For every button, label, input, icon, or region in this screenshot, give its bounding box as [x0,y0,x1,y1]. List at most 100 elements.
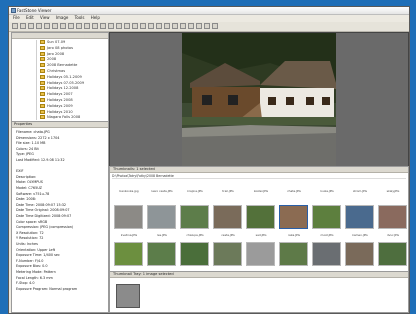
property-line: Date Time Digitized: 2008:09:07 [16,214,72,218]
property-line: File size: 1.10 MB [16,141,46,146]
toolbar-button[interactable] [188,23,194,29]
thumbnail-image[interactable] [213,242,242,266]
tree-folder-label: Holidays 2009 [47,103,73,108]
tree-folder[interactable]: Jaro 2008 [40,51,65,57]
folder-icon [40,63,45,68]
toolbar-button[interactable] [164,23,170,29]
tree-folder[interactable]: Holidays 2010 [40,109,73,115]
menu-edit[interactable]: Edit [26,15,34,20]
thumbnail-image[interactable] [279,205,308,229]
tree-folder-label: Jaro 2008 [47,51,65,56]
thumbnail-image[interactable] [378,205,407,229]
toolbar-button[interactable] [52,23,58,29]
tree-folder-label: Holidays 07.05.2009 [47,80,85,85]
folder-icon [40,98,45,102]
thumbnail-image[interactable] [345,205,374,229]
property-line: Make: OLYMPUS [16,180,43,185]
thumbnail-label: chalupa.JPG [186,233,204,237]
menu-view[interactable]: View [40,15,50,20]
tree-folder[interactable]: Holidays 07.05.2009 [40,80,85,86]
toolbar-button[interactable] [132,23,138,29]
toolbar-button[interactable] [156,23,162,29]
folder-tree[interactable]: Sun 07.09 Jaro 08 photos Jaro 2008 2008 2008… [11,32,109,122]
toolbar-button[interactable] [124,23,130,29]
thumbnail-image[interactable] [246,242,275,266]
thumbnail-image[interactable] [180,205,209,229]
thumbnail-label: chata.JPG [287,189,301,193]
property-line: Software: v751u-78 [16,191,50,196]
thumbnail-browser[interactable]: Thumbnails: 1 selected D:\Photos\Tatry\F… [109,166,409,272]
thumbnail-image[interactable] [312,242,341,266]
thumbnail-image[interactable] [180,242,209,266]
thumbnail-image[interactable] [114,242,143,266]
toolbar-button[interactable] [36,23,42,29]
thumbnail-label: dvur.JPG [386,233,400,237]
toolbar-button[interactable] [20,23,26,29]
thumbnail-image[interactable] [378,242,407,266]
tree-folder-label: Holidays 2010 [47,109,73,114]
tree-folder[interactable]: Sun 07.09 [40,40,65,45]
toolbar-button[interactable] [76,23,82,29]
tray-header: Thumbnail Tray: 1 image selected [110,272,408,278]
property-line: Date: 2008: [16,197,37,202]
tree-folder-label: Holidays 2008 [47,98,73,102]
property-line: Model: C765UZ [16,186,42,190]
image-preview[interactable] [109,32,409,167]
tree-folder[interactable]: Holidays 12.2008 [40,86,78,91]
thumbnail-image[interactable] [213,205,242,229]
toolbar-button[interactable] [44,23,50,29]
tree-folder-label: Holidays 05.1.2009 [47,74,82,79]
thumbnails-header: Thumbnails: 1 selected [110,167,408,173]
tree-line [36,40,37,120]
toolbar-button[interactable] [60,23,66,29]
thumbnail-image[interactable] [312,205,341,229]
property-line: EXIF [16,169,24,174]
toolbar-button[interactable] [196,23,202,29]
toolbar-button[interactable] [116,23,122,29]
thumbnail-image[interactable] [147,242,176,266]
toolbar-button[interactable] [212,23,218,29]
app-icon [11,8,16,13]
tree-folder[interactable]: Jaro 08 photos [40,45,73,51]
tree-folder[interactable]: Holidays 2009 [40,103,73,109]
toolbar-button[interactable] [148,23,154,29]
tree-folder[interactable]: 2008 Bernadette [40,63,77,68]
tree-folder[interactable]: Holidays 2007 [40,92,73,97]
thumbnail-image[interactable] [345,242,374,266]
thumbnail-image[interactable] [147,205,176,229]
toolbar-button[interactable] [28,23,34,29]
tree-folder[interactable]: Niagara Falls 2008 [40,115,80,120]
menu-image[interactable]: Image [56,15,69,20]
toolbar-button[interactable] [140,23,146,29]
toolbar-button[interactable] [92,23,98,29]
tree-folder[interactable]: Christmas [40,69,65,74]
thumbnail-label: skaly.JPG [386,189,400,193]
folder-icon [40,40,45,44]
tree-folder[interactable]: Holidays 05.1.2009 [40,74,82,80]
toolbar-button[interactable] [12,23,18,29]
menu-help[interactable]: Help [91,15,100,20]
preview-photo [182,33,336,166]
property-line: Date Time: 2008:09:07 15:32 [16,202,67,207]
menu-file[interactable]: File [13,15,20,20]
thumbnail-image[interactable] [246,205,275,229]
thumbnail-image[interactable] [114,205,143,229]
tree-folder[interactable]: 2008 [40,57,56,62]
toolbar-button[interactable] [108,23,114,29]
toolbar-button[interactable] [204,23,210,29]
menu-bar: File Edit View Image Tools Help [9,15,409,21]
toolbar-button[interactable] [172,23,178,29]
menu-tools[interactable]: Tools [75,15,85,20]
thumbnail-label: krajina.JPG [187,189,203,193]
thumbnail-label: sad.JPG [255,233,267,237]
toolbar-button[interactable] [100,23,106,29]
toolbar-button[interactable] [68,23,74,29]
property-line: X Resolution: 72 [16,230,44,235]
tray-thumbnail[interactable] [116,284,140,308]
toolbar-button[interactable] [180,23,186,29]
toolbar-button[interactable] [84,23,90,29]
folder-icon [40,45,45,50]
thumbnail-image[interactable] [279,242,308,266]
tree-folder-label: Jaro 08 photos [47,45,73,50]
tree-folder[interactable]: Holidays 2008 [40,98,73,103]
